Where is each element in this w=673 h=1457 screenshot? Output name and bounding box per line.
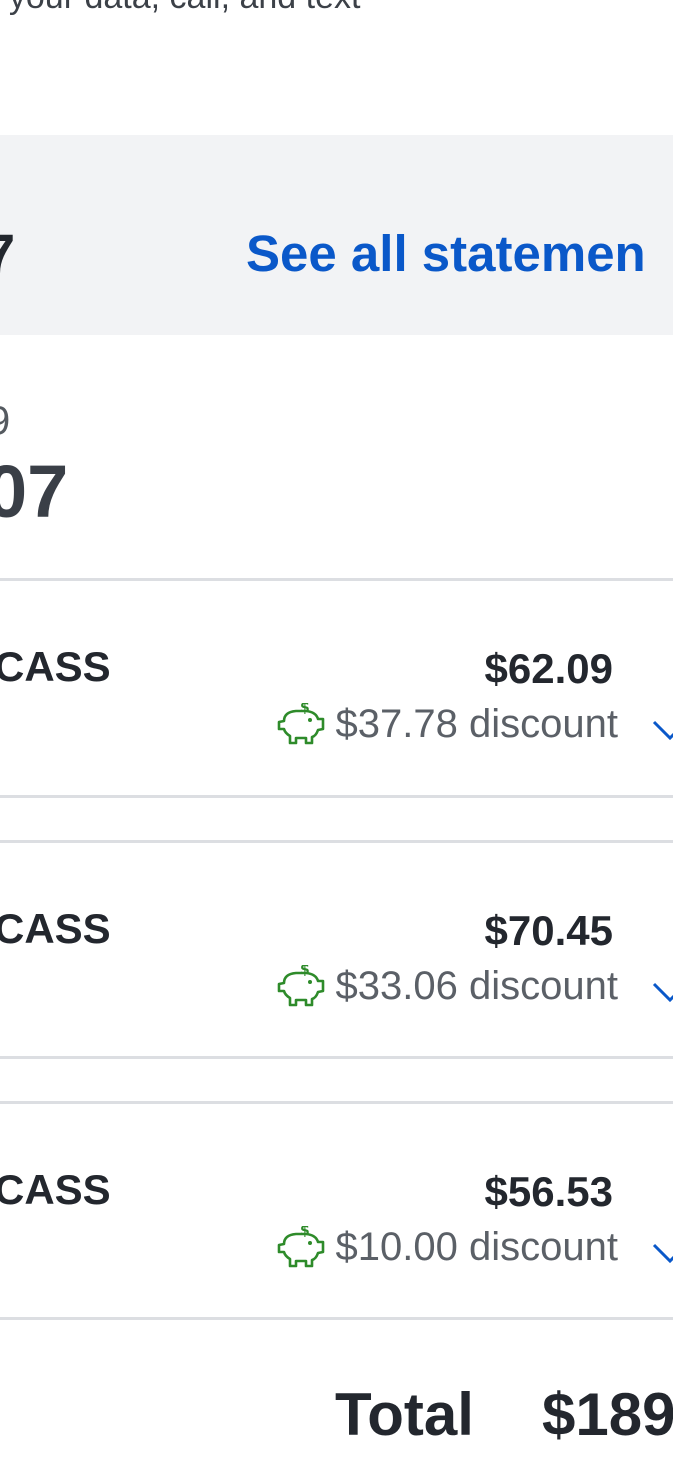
divider	[0, 840, 673, 843]
piggy-bank-icon: $	[277, 965, 324, 1007]
discount-text: $10.00 discount	[335, 1225, 618, 1269]
line-discount: $ $33.06 discount	[276, 962, 618, 1010]
line-name: CASS	[0, 1166, 111, 1213]
line-price: $56.53	[484, 1168, 613, 1215]
total-amount: $189.	[542, 1381, 673, 1448]
divider	[0, 795, 673, 798]
divider	[0, 1101, 673, 1104]
total-label: Total	[335, 1381, 474, 1448]
balance-due-label: 9	[0, 398, 10, 444]
line-name: CASS	[0, 905, 111, 952]
plan-description-text: t your data, call, and text	[0, 0, 360, 17]
line-price: $70.45	[484, 907, 613, 954]
divider	[0, 1056, 673, 1059]
chevron-down-icon[interactable]	[650, 976, 673, 1016]
discount-text: $37.78 discount	[335, 702, 618, 746]
line-discount: $ $37.78 discount	[276, 700, 618, 748]
svg-text:$: $	[300, 703, 310, 716]
line-item-row[interactable]: CASS $70.45 $ $33.06 discount	[0, 892, 673, 1107]
svg-text:$: $	[300, 965, 310, 978]
svg-text:$: $	[300, 1226, 310, 1239]
chevron-down-icon[interactable]	[650, 714, 673, 754]
divider	[0, 578, 673, 581]
line-item-row[interactable]: CASS $56.53 $ $10.00 discount	[0, 1153, 673, 1368]
divider	[0, 1317, 673, 1320]
balance-due-amount: 07	[0, 450, 69, 533]
statement-date-partial: 7	[0, 222, 15, 286]
line-price: $62.09	[484, 645, 613, 692]
line-item-row[interactable]: CASS $62.09 $ $37.78 discount	[0, 630, 673, 845]
piggy-bank-icon: $	[277, 1226, 324, 1268]
line-name: CASS	[0, 643, 111, 690]
see-all-statements-link[interactable]: See all statemen	[246, 222, 646, 286]
discount-text: $33.06 discount	[335, 964, 618, 1008]
piggy-bank-icon: $	[277, 703, 324, 745]
chevron-down-icon[interactable]	[650, 1237, 673, 1277]
line-discount: $ $10.00 discount	[276, 1223, 618, 1271]
